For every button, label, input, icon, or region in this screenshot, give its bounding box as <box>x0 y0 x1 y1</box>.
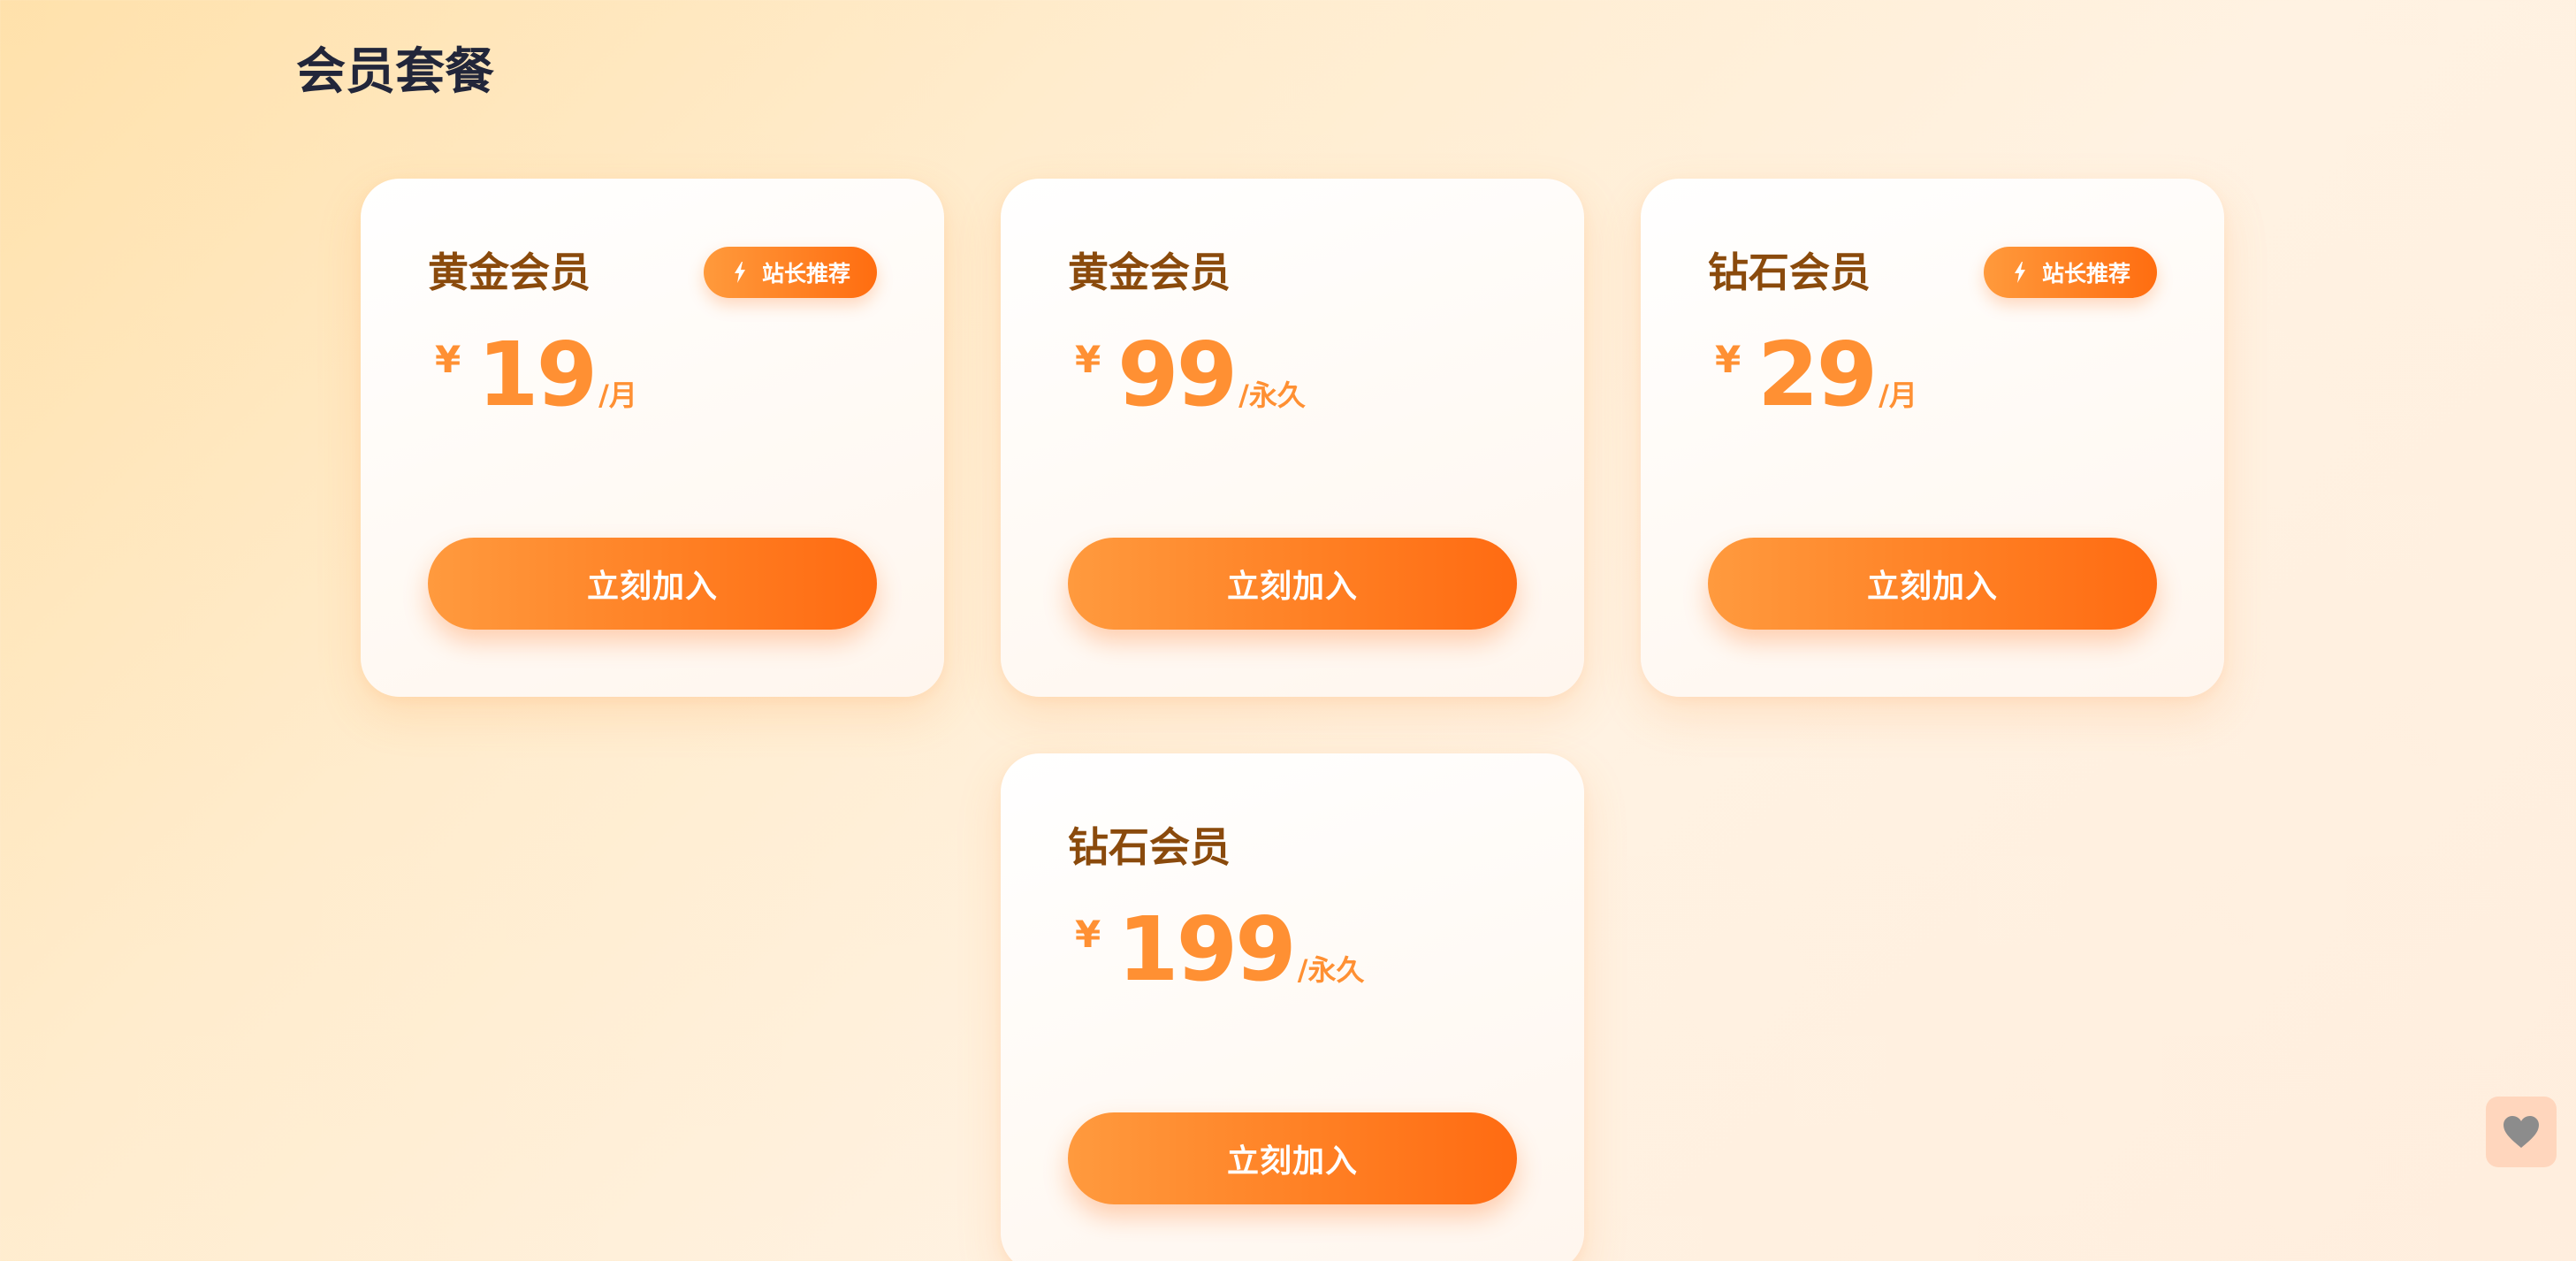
price-unit: /月 <box>598 378 637 412</box>
price-value: 99 <box>1117 323 1238 426</box>
price-amount: 29/月 <box>1757 331 1917 439</box>
lightning-icon <box>2014 262 2025 283</box>
plan-name: 黄金会员 <box>1068 248 1231 296</box>
plan-name: 钻石会员 <box>1068 823 1231 871</box>
currency-symbol: ¥ <box>1075 338 1101 381</box>
price-value: 199 <box>1117 898 1297 1001</box>
favorite-button[interactable] <box>2486 1097 2557 1167</box>
badge-label: 站长推荐 <box>761 261 850 287</box>
plan-card-diamond-monthly: 钻石会员 站长推荐 ¥ 29/月 立刻加入 <box>1641 179 2224 697</box>
plan-card-header: 钻石会员 <box>1068 821 1517 874</box>
currency-symbol: ¥ <box>1715 338 1741 381</box>
recommend-badge: 站长推荐 <box>1983 247 2157 298</box>
heart-icon <box>2504 1116 2539 1148</box>
plan-card-header: 黄金会员 站长推荐 <box>428 246 877 299</box>
plan-name: 钻石会员 <box>1708 248 1871 296</box>
currency-symbol: ¥ <box>435 338 461 381</box>
join-now-button[interactable]: 立刻加入 <box>1068 538 1517 630</box>
join-now-button[interactable]: 立刻加入 <box>428 538 877 630</box>
price-value: 29 <box>1757 323 1878 426</box>
plan-card-gold-monthly: 黄金会员 站长推荐 ¥ 19/月 立刻加入 <box>361 179 944 697</box>
join-now-button[interactable]: 立刻加入 <box>1068 1112 1517 1204</box>
plan-price: ¥ 99/永久 <box>1068 331 1517 428</box>
plan-card-gold-lifetime: 黄金会员 ¥ 99/永久 立刻加入 <box>1001 179 1584 697</box>
plan-name: 黄金会员 <box>428 248 591 296</box>
plan-card-diamond-lifetime: 钻石会员 ¥ 199/永久 立刻加入 <box>1001 753 1584 1261</box>
badge-label: 站长推荐 <box>2041 261 2130 287</box>
plan-price: ¥ 199/永久 <box>1068 906 1517 1003</box>
price-unit: /永久 <box>1238 378 1306 412</box>
plan-price: ¥ 29/月 <box>1708 331 2157 428</box>
lightning-icon <box>734 262 745 283</box>
plan-card-header: 钻石会员 站长推荐 <box>1708 246 2157 299</box>
join-now-button[interactable]: 立刻加入 <box>1708 538 2157 630</box>
price-amount: 99/永久 <box>1117 331 1306 439</box>
page-title: 会员套餐 <box>296 43 494 101</box>
price-value: 19 <box>477 323 598 426</box>
plan-card-header: 黄金会员 <box>1068 246 1517 299</box>
price-amount: 19/月 <box>477 331 637 439</box>
recommend-badge: 站长推荐 <box>703 247 877 298</box>
plan-price: ¥ 19/月 <box>428 331 877 428</box>
price-amount: 199/永久 <box>1117 906 1364 1014</box>
currency-symbol: ¥ <box>1075 913 1101 956</box>
price-unit: /月 <box>1879 378 1917 412</box>
price-unit: /永久 <box>1297 953 1365 987</box>
